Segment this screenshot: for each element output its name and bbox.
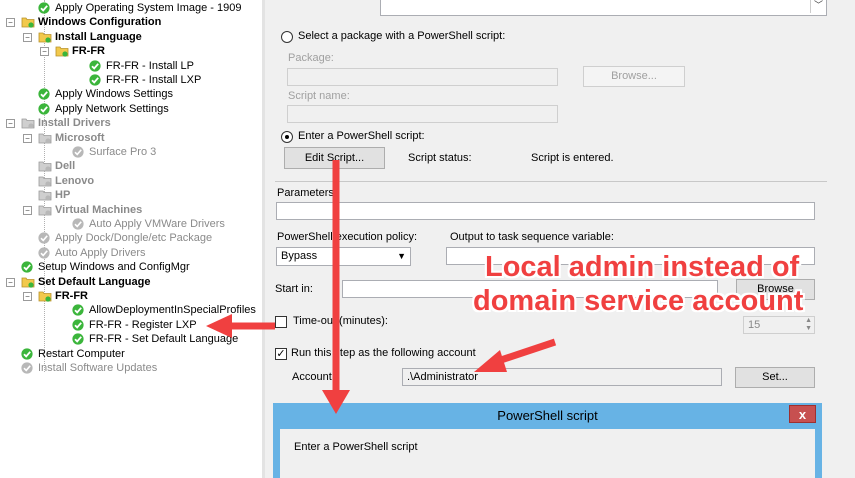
annotation-overlay	[206, 160, 557, 414]
arrow-down-to-dialog	[322, 160, 350, 414]
arrow-to-account-field	[474, 338, 557, 372]
arrow-to-register-lxp	[206, 314, 275, 338]
annotation-line-2: domain service account	[473, 285, 804, 317]
annotation-line-1: Local admin instead of	[485, 251, 800, 283]
